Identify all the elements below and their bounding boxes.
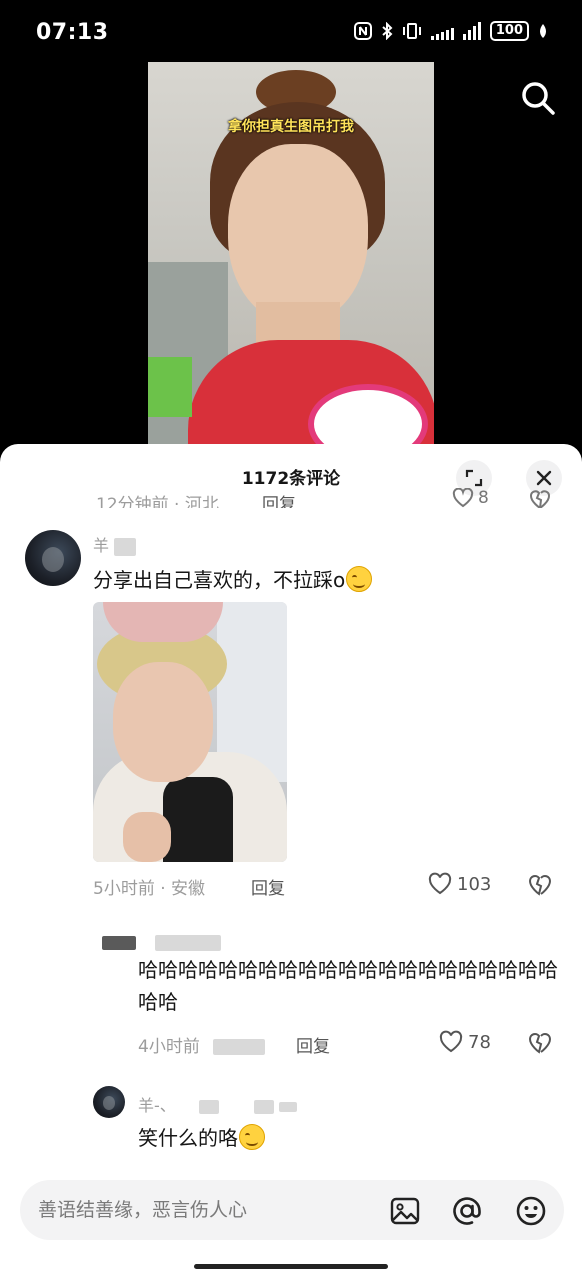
- reply-button[interactable]: 回复: [262, 490, 296, 508]
- like-button[interactable]: 103: [427, 872, 491, 896]
- comment-meta: 12分钟前 · 河北: [96, 495, 219, 508]
- comment-meta: 4小时前: [138, 1032, 266, 1057]
- comment-username[interactable]: [102, 932, 222, 951]
- username-blur: [155, 934, 222, 951]
- comment-location: 安徽: [171, 879, 206, 899]
- emoji-icon[interactable]: [514, 1194, 548, 1228]
- comment-input-bar: [0, 1164, 582, 1256]
- comment-image-face: [113, 662, 213, 782]
- username-blur: [279, 1101, 298, 1112]
- status-time: 07:13: [36, 20, 109, 45]
- previous-comment-footer: 12分钟前 · 河北 回复 8: [0, 482, 582, 508]
- at-icon[interactable]: [450, 1194, 484, 1228]
- home-indicator[interactable]: [194, 1264, 388, 1269]
- comment-username[interactable]: 羊: [93, 532, 137, 556]
- like-count: 8: [478, 488, 489, 508]
- reply-button[interactable]: 回复: [251, 874, 285, 899]
- comment-text-content: 笑什么的咯: [138, 1126, 238, 1150]
- username-blur: [114, 537, 137, 556]
- heart-icon: [439, 1030, 463, 1053]
- heart-icon: [452, 488, 474, 508]
- system-nav-bar: [0, 1256, 582, 1280]
- comment-input-container[interactable]: [20, 1180, 564, 1240]
- avatar[interactable]: [93, 1086, 125, 1118]
- comment-image[interactable]: [93, 602, 287, 862]
- comment-text: 分享出自己喜欢的，不拉踩o: [93, 564, 373, 596]
- status-icons: 100: [353, 21, 548, 41]
- video-figure-face: [228, 144, 368, 324]
- dislike-icon[interactable]: [527, 873, 553, 897]
- signal-icon: [430, 22, 454, 40]
- video-mic-green: [148, 357, 192, 417]
- reply-button[interactable]: 回复: [296, 1032, 330, 1057]
- username-text: 羊-、: [138, 1096, 176, 1115]
- dislike-icon[interactable]: [527, 1031, 553, 1055]
- leaf-icon: [540, 24, 546, 38]
- comment-time: 5小时前: [93, 879, 155, 899]
- video-frame: 拿你担真生图吊打我: [148, 62, 434, 444]
- comment-text: 哈哈哈哈哈哈哈哈哈哈哈哈哈哈哈哈哈哈哈哈哈哈哈: [138, 958, 558, 1014]
- comment-text: 笑什么的咯: [138, 1122, 265, 1154]
- like-count: 103: [457, 873, 492, 895]
- comment-meta: 5小时前 · 安徽: [93, 879, 206, 899]
- heart-icon: [428, 872, 452, 895]
- battery-icon: 100: [489, 21, 529, 41]
- status-bar: 07:13 100: [0, 0, 582, 62]
- comment-input[interactable]: [38, 1194, 368, 1226]
- comment-sheet: 1172条评论 12分钟前 · 河北 回复 8 羊 分享出自己喜欢的，不拉踩o …: [0, 444, 582, 1280]
- like-count: 78: [468, 1031, 491, 1053]
- username-blur: [102, 935, 136, 950]
- signal-icon: [462, 22, 481, 40]
- grin-emoji-icon: [239, 1124, 265, 1150]
- comment-username[interactable]: 羊-、: [138, 1092, 298, 1116]
- video-caption: 拿你担真生图吊打我: [228, 119, 354, 135]
- location-blur: [213, 1039, 266, 1055]
- comment-image-hand: [123, 812, 171, 862]
- nfc-icon: [353, 22, 372, 40]
- username-blur: [253, 1099, 274, 1114]
- search-icon[interactable]: [518, 78, 558, 118]
- dislike-icon[interactable]: [528, 488, 552, 508]
- comment-text-content: 分享出自己喜欢的，不拉踩o: [93, 568, 346, 592]
- like-button[interactable]: 8: [452, 488, 489, 508]
- username-blur: [198, 1099, 219, 1114]
- comment-image-shirt: [163, 777, 233, 862]
- bluetooth-icon: [382, 22, 393, 40]
- comment-time: 4小时前: [138, 1037, 200, 1057]
- username-text: 羊: [93, 536, 110, 555]
- image-icon[interactable]: [388, 1194, 422, 1228]
- vibrate-icon: [402, 23, 421, 39]
- avatar[interactable]: [25, 530, 81, 586]
- grin-emoji-icon: [346, 566, 373, 592]
- like-button[interactable]: 78: [438, 1030, 491, 1054]
- video-player[interactable]: 拿你担真生图吊打我: [0, 62, 582, 444]
